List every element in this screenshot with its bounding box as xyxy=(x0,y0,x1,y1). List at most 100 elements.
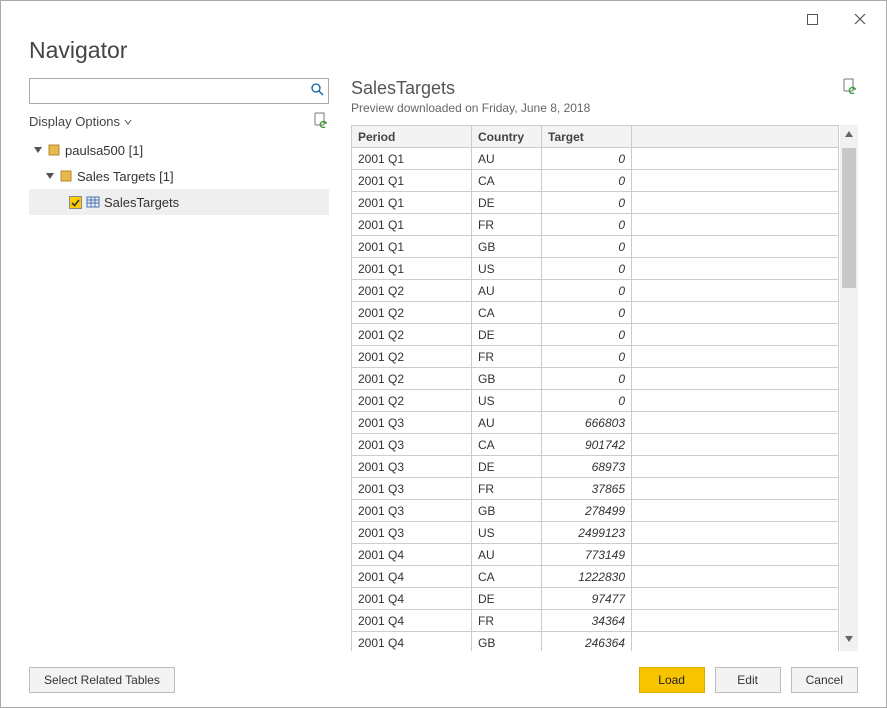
database-icon xyxy=(47,143,61,157)
left-panel: Display Options paulsa500 [1] xyxy=(29,78,329,651)
col-header-target[interactable]: Target xyxy=(542,126,632,148)
caret-down-icon[interactable] xyxy=(45,171,55,181)
cell-blank xyxy=(632,456,839,478)
table-icon xyxy=(86,195,100,209)
table-row[interactable]: 2001 Q3GB278499 xyxy=(352,500,839,522)
load-button[interactable]: Load xyxy=(639,667,705,693)
table-row[interactable]: 2001 Q4DE97477 xyxy=(352,588,839,610)
cell-period: 2001 Q2 xyxy=(352,324,472,346)
tree-folder-node[interactable]: Sales Targets [1] xyxy=(29,163,329,189)
search-box[interactable] xyxy=(29,78,329,104)
refresh-tree-icon[interactable] xyxy=(313,112,329,131)
table-row[interactable]: 2001 Q3FR37865 xyxy=(352,478,839,500)
cell-country: FR xyxy=(472,610,542,632)
table-row[interactable]: 2001 Q1CA0 xyxy=(352,170,839,192)
cell-country: DE xyxy=(472,588,542,610)
cell-period: 2001 Q2 xyxy=(352,368,472,390)
cancel-button[interactable]: Cancel xyxy=(791,667,858,693)
table-row[interactable]: 2001 Q1DE0 xyxy=(352,192,839,214)
table-row[interactable]: 2001 Q3AU666803 xyxy=(352,412,839,434)
edit-button[interactable]: Edit xyxy=(715,667,781,693)
table-row[interactable]: 2001 Q3US2499123 xyxy=(352,522,839,544)
cell-country: AU xyxy=(472,280,542,302)
cell-target: 278499 xyxy=(542,500,632,522)
table-row[interactable]: 2001 Q2AU0 xyxy=(352,280,839,302)
maximize-button[interactable] xyxy=(794,5,830,33)
search-input[interactable] xyxy=(34,82,311,101)
cell-target: 0 xyxy=(542,192,632,214)
table-row[interactable]: 2001 Q4AU773149 xyxy=(352,544,839,566)
refresh-preview-icon[interactable] xyxy=(842,78,858,99)
checkbox-checked-icon[interactable] xyxy=(69,196,82,209)
cell-target: 0 xyxy=(542,324,632,346)
cell-period: 2001 Q2 xyxy=(352,390,472,412)
cell-country: US xyxy=(472,522,542,544)
caret-down-icon[interactable] xyxy=(33,145,43,155)
scroll-thumb[interactable] xyxy=(842,148,856,288)
cell-blank xyxy=(632,236,839,258)
cell-country: GB xyxy=(472,236,542,258)
cell-period: 2001 Q4 xyxy=(352,632,472,652)
cell-period: 2001 Q3 xyxy=(352,456,472,478)
cell-blank xyxy=(632,192,839,214)
cell-blank xyxy=(632,588,839,610)
cell-target: 68973 xyxy=(542,456,632,478)
col-header-period[interactable]: Period xyxy=(352,126,472,148)
table-row[interactable]: 2001 Q3DE68973 xyxy=(352,456,839,478)
cell-period: 2001 Q2 xyxy=(352,302,472,324)
cell-period: 2001 Q3 xyxy=(352,434,472,456)
cell-blank xyxy=(632,632,839,652)
cell-country: FR xyxy=(472,214,542,236)
table-row[interactable]: 2001 Q4FR34364 xyxy=(352,610,839,632)
cell-target: 2499123 xyxy=(542,522,632,544)
cell-period: 2001 Q2 xyxy=(352,346,472,368)
table-row[interactable]: 2001 Q2GB0 xyxy=(352,368,839,390)
table-row[interactable]: 2001 Q4CA1222830 xyxy=(352,566,839,588)
cell-target: 0 xyxy=(542,258,632,280)
cell-target: 246364 xyxy=(542,632,632,652)
cell-blank xyxy=(632,368,839,390)
scroll-down-arrow-icon[interactable] xyxy=(844,634,854,647)
cell-country: DE xyxy=(472,192,542,214)
tree-table-node[interactable]: SalesTargets xyxy=(29,189,329,215)
preview-title: SalesTargets xyxy=(351,78,590,99)
table-row[interactable]: 2001 Q1FR0 xyxy=(352,214,839,236)
cell-blank xyxy=(632,324,839,346)
table-row[interactable]: 2001 Q2US0 xyxy=(352,390,839,412)
table-row[interactable]: 2001 Q4GB246364 xyxy=(352,632,839,652)
cell-target: 0 xyxy=(542,236,632,258)
object-tree: paulsa500 [1] Sales Targets [1] SalesTar… xyxy=(29,137,329,215)
vertical-scrollbar[interactable] xyxy=(840,125,858,651)
table-row[interactable]: 2001 Q1GB0 xyxy=(352,236,839,258)
cell-blank xyxy=(632,346,839,368)
preview-grid[interactable]: Period Country Target 2001 Q1AU02001 Q1C… xyxy=(351,125,839,651)
cell-period: 2001 Q2 xyxy=(352,280,472,302)
close-button[interactable] xyxy=(842,5,878,33)
scroll-up-arrow-icon[interactable] xyxy=(844,129,854,142)
cell-period: 2001 Q3 xyxy=(352,478,472,500)
chevron-down-icon xyxy=(124,118,132,126)
select-related-tables-button[interactable]: Select Related Tables xyxy=(29,667,175,693)
tree-root-node[interactable]: paulsa500 [1] xyxy=(29,137,329,163)
cell-target: 34364 xyxy=(542,610,632,632)
table-row[interactable]: 2001 Q2FR0 xyxy=(352,346,839,368)
cell-blank xyxy=(632,412,839,434)
cell-country: FR xyxy=(472,478,542,500)
cell-blank xyxy=(632,500,839,522)
cell-blank xyxy=(632,566,839,588)
table-row[interactable]: 2001 Q1US0 xyxy=(352,258,839,280)
table-row[interactable]: 2001 Q2CA0 xyxy=(352,302,839,324)
scroll-track[interactable] xyxy=(840,142,858,634)
table-row[interactable]: 2001 Q1AU0 xyxy=(352,148,839,170)
cell-country: DE xyxy=(472,456,542,478)
cell-blank xyxy=(632,214,839,236)
col-header-country[interactable]: Country xyxy=(472,126,542,148)
cell-target: 0 xyxy=(542,390,632,412)
table-row[interactable]: 2001 Q3CA901742 xyxy=(352,434,839,456)
display-options-dropdown[interactable]: Display Options xyxy=(29,114,132,129)
cell-country: AU xyxy=(472,412,542,434)
search-icon[interactable] xyxy=(311,83,324,99)
table-row[interactable]: 2001 Q2DE0 xyxy=(352,324,839,346)
cell-period: 2001 Q3 xyxy=(352,412,472,434)
dialog-title: Navigator xyxy=(29,37,858,64)
